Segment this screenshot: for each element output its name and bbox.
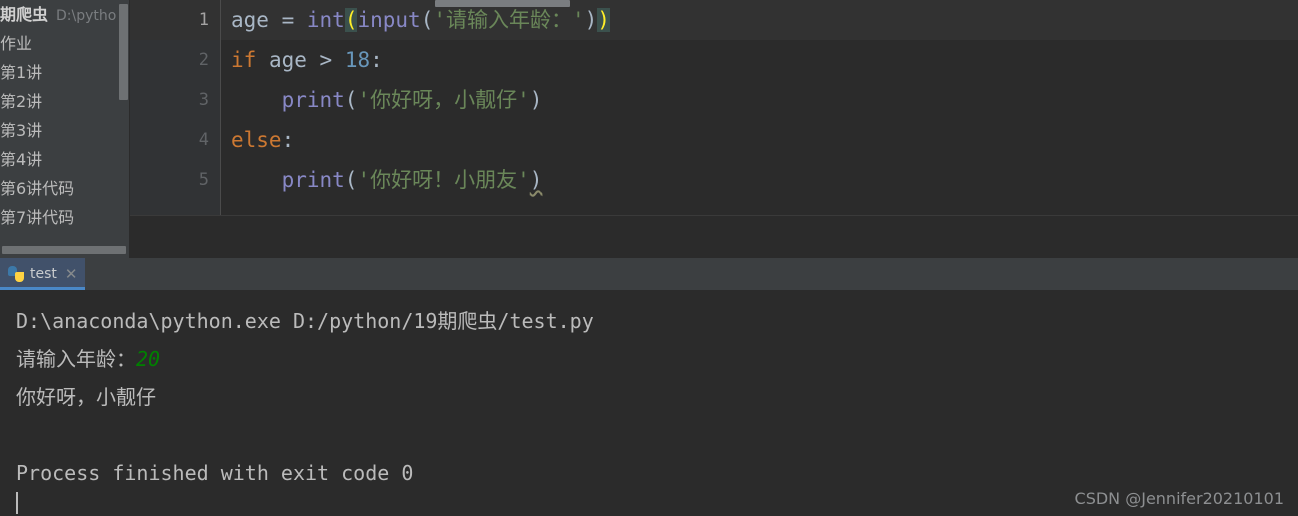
tree-item-5[interactable]: 第4讲 [0, 145, 130, 174]
console-output[interactable]: D:\anaconda\python.exe D:/python/19期爬虫/t… [0, 290, 1298, 516]
tree-item-label: 期爬虫 [0, 5, 49, 24]
pycharm-window: 期爬虫 D:\pytho 作业第1讲第2讲第3讲第4讲第6讲代码第7讲代码 1234… [0, 0, 1298, 516]
console-line-text: D:\anaconda\python.exe D:/python/19期爬虫/t… [16, 309, 594, 333]
console-line-text [16, 423, 28, 447]
code-token: ) [597, 8, 610, 32]
run-tab-bar: test ✕ [0, 258, 1298, 290]
code-token: ( [344, 8, 358, 32]
tree-item-label: 第7讲代码 [0, 208, 75, 227]
code-token: '请输入年龄：' [433, 8, 585, 32]
code-token: ( [344, 168, 358, 192]
tree-item-label: 第1讲 [0, 63, 43, 82]
code-token: > [319, 48, 345, 72]
code-token: ( [344, 88, 358, 112]
line-number-1[interactable]: 1 [130, 0, 221, 40]
code-token: ) [529, 168, 543, 192]
tree-item-2[interactable]: 第1讲 [0, 58, 130, 87]
code-line-5[interactable]: print('你好呀！小朋友') [221, 160, 1298, 200]
tree-item-label: 作业 [0, 34, 33, 53]
tree-item-label: 第4讲 [0, 150, 43, 169]
editor-horizontal-scrollbar[interactable] [435, 0, 570, 7]
tree-item-label: 第2讲 [0, 92, 43, 111]
console-line-4: Process finished with exit code 0 [16, 454, 1298, 492]
code-token: '你好呀！小朋友' [357, 168, 530, 192]
project-sidebar[interactable]: 期爬虫 D:\pytho 作业第1讲第2讲第3讲第4讲第6讲代码第7讲代码 [0, 0, 130, 258]
console-line-2: 你好呀，小靓仔 [16, 378, 1298, 416]
text-cursor [16, 492, 18, 514]
tree-item-4[interactable]: 第3讲 [0, 116, 130, 145]
console-line-text: Process finished with exit code 0 [16, 461, 414, 485]
run-tab-label: test [30, 266, 57, 282]
code-line-1[interactable]: age = int(input('请输入年龄：')) [221, 0, 1298, 40]
console-line-text: 你好呀，小靓仔 [16, 385, 156, 409]
code-token: input [357, 8, 421, 32]
code-token: = [281, 8, 307, 32]
code-token: print [281, 168, 345, 192]
tree-item-6[interactable]: 第6讲代码 [0, 174, 130, 203]
code-line-3[interactable]: print('你好呀，小靓仔') [221, 80, 1298, 120]
line-number-4[interactable]: 4 [130, 120, 221, 160]
tree-item-label: 第6讲代码 [0, 179, 75, 198]
line-number-gutter: 12345 [130, 0, 221, 215]
close-icon[interactable]: ✕ [65, 266, 78, 282]
csdn-watermark: CSDN @Jennifer20210101 [1074, 489, 1284, 508]
run-tab-test[interactable]: test ✕ [0, 258, 85, 290]
code-line-2[interactable]: if age > 18: [221, 40, 1298, 80]
code-token: int [306, 8, 345, 32]
line-number-2[interactable]: 2 [130, 40, 221, 80]
code-token: 18 [344, 48, 371, 72]
code-editor[interactable]: 12345 age = int(input('请输入年龄：')) if age >… [130, 0, 1298, 258]
sidebar-vertical-scrollbar[interactable] [119, 4, 128, 100]
code-token: age [231, 8, 282, 32]
tree-item-0[interactable]: 期爬虫 D:\pytho [0, 0, 130, 29]
console-line-0: D:\anaconda\python.exe D:/python/19期爬虫/t… [16, 302, 1298, 340]
console-line-text: 请输入年龄： [16, 347, 136, 371]
code-token: print [281, 88, 345, 112]
tree-item-path: D:\pytho [56, 8, 117, 24]
tree-item-3[interactable]: 第2讲 [0, 87, 130, 116]
python-file-icon [8, 266, 24, 282]
code-token: ) [529, 88, 543, 112]
editor-empty-area[interactable] [130, 215, 1298, 258]
code-text-area[interactable]: age = int(input('请输入年龄：')) if age > 18: p… [221, 0, 1298, 215]
code-token: ( [420, 8, 434, 32]
code-token: ) [584, 8, 598, 32]
console-user-input: 20 [136, 347, 161, 371]
run-tool-window: test ✕ D:\anaconda\python.exe D:/python/… [0, 258, 1298, 516]
tree-item-7[interactable]: 第7讲代码 [0, 203, 130, 232]
code-token: : [370, 48, 383, 72]
console-line-3 [16, 416, 1298, 454]
code-line-4[interactable]: else: [221, 120, 1298, 160]
tree-item-label: 第3讲 [0, 121, 43, 140]
line-number-3[interactable]: 3 [130, 80, 221, 120]
code-token: age [256, 48, 320, 72]
code-token: else [231, 128, 282, 152]
console-line-1: 请输入年龄：20 [16, 340, 1298, 378]
line-number-5[interactable]: 5 [130, 160, 221, 200]
tree-item-1[interactable]: 作业 [0, 29, 130, 58]
project-tree[interactable]: 期爬虫 D:\pytho 作业第1讲第2讲第3讲第4讲第6讲代码第7讲代码 [0, 0, 130, 232]
code-token: if [231, 48, 257, 72]
sidebar-horizontal-scrollbar[interactable] [2, 246, 126, 254]
code-token: : [281, 128, 295, 152]
editor-row: 期爬虫 D:\pytho 作业第1讲第2讲第3讲第4讲第6讲代码第7讲代码 1234… [0, 0, 1298, 258]
code-token: '你好呀，小靓仔' [357, 88, 530, 112]
